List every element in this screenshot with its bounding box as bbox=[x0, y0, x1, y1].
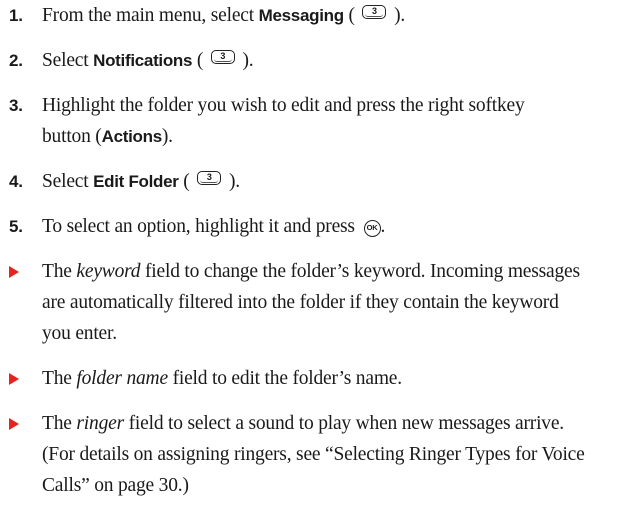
bullet-arrow-icon bbox=[9, 418, 19, 430]
step-number: 2. bbox=[9, 51, 23, 70]
bullet-arrow-icon bbox=[9, 373, 19, 385]
bullet-text: The folder name field to edit the folder… bbox=[42, 368, 402, 389]
step-text: Select Edit Folder ( 3 ). bbox=[42, 171, 240, 192]
step-text: Highlight the folder you wish to edit an… bbox=[42, 95, 525, 147]
bullet-arrow-icon bbox=[9, 266, 19, 278]
step-number: 4. bbox=[9, 172, 23, 191]
step-text: From the main menu, select Messaging ( 3… bbox=[42, 5, 406, 26]
keypad-key-icon: 3 bbox=[197, 171, 222, 185]
field-name: folder name bbox=[76, 368, 168, 389]
keypad-key-icon: 3 bbox=[210, 50, 235, 64]
step-number: 5. bbox=[9, 217, 23, 236]
ok-button-icon: OK bbox=[363, 220, 381, 237]
softkey-name: Actions bbox=[101, 127, 163, 146]
field-name: keyword bbox=[76, 261, 141, 282]
step-number: 1. bbox=[9, 6, 23, 25]
bullet-text: The ringer field to select a sound to pl… bbox=[42, 413, 585, 496]
step-text: Select Notifications ( 3 ). bbox=[42, 50, 254, 71]
instruction-page: 1. From the main menu, select Messaging … bbox=[0, 0, 633, 512]
menu-item-name: Edit Folder bbox=[93, 172, 179, 191]
keypad-key-icon: 3 bbox=[362, 5, 387, 19]
menu-item-name: Notifications bbox=[93, 51, 193, 70]
field-name: ringer bbox=[76, 413, 124, 434]
step-number: 3. bbox=[9, 96, 23, 115]
menu-item-name: Messaging bbox=[258, 6, 344, 25]
step-text: To select an option, highlight it and pr… bbox=[42, 216, 386, 237]
bullet-text: The keyword field to change the folder’s… bbox=[42, 261, 580, 344]
